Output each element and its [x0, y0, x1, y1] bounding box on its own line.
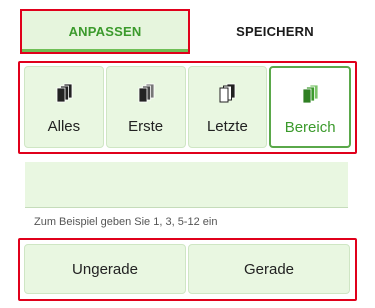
all-pages-button[interactable]: Alles [24, 66, 104, 148]
page-selection-group: Alles Erste Letzte Bereich [24, 66, 351, 148]
odd-pages-button[interactable]: Ungerade [24, 244, 186, 294]
first-pages-button[interactable]: Erste [105, 66, 186, 148]
all-pages-label: Alles [47, 118, 81, 135]
tab-bar: ANPASSEN SPEICHERN [0, 0, 375, 58]
range-pages-label: Bereich [284, 119, 336, 136]
tab-customize[interactable]: ANPASSEN [20, 9, 190, 54]
first-pages-label: Erste [128, 118, 164, 135]
page-range-hint: Zum Beispiel geben Sie 1, 3, 5-12 ein [34, 216, 218, 228]
last-pages-label: Letzte [206, 118, 248, 135]
last-pages-button[interactable]: Letzte [187, 66, 268, 148]
first-pages-icon [138, 83, 155, 103]
range-pages-button[interactable]: Bereich [269, 66, 351, 148]
even-pages-button[interactable]: Gerade [188, 244, 350, 294]
all-pages-icon [56, 83, 73, 103]
range-pages-icon [302, 84, 319, 104]
page-range-input[interactable] [25, 162, 348, 208]
last-pages-icon [219, 83, 236, 103]
tab-save[interactable]: SPEICHERN [190, 9, 360, 54]
parity-selection-group: Ungerade Gerade [24, 244, 350, 294]
